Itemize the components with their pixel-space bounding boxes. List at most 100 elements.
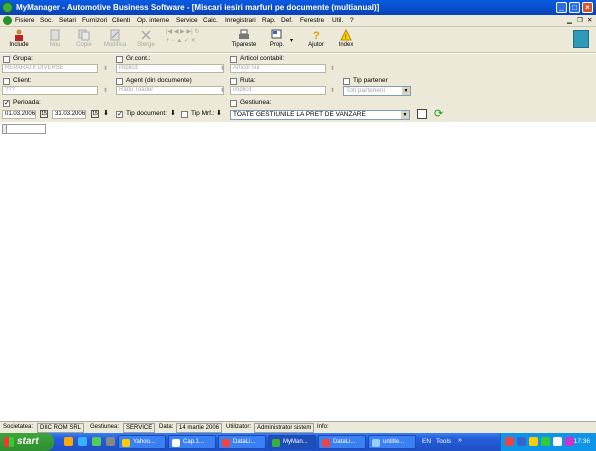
tray-icon-5[interactable] <box>553 437 562 446</box>
tipdoc-checkbox[interactable] <box>116 110 123 118</box>
grcont-checkbox[interactable] <box>116 56 123 63</box>
tipmrf-arrow-icon[interactable]: ⬇ <box>216 109 222 117</box>
modifica-button[interactable]: Modifica <box>100 28 130 48</box>
prop-button[interactable]: Prop. <box>264 28 290 48</box>
menu-util[interactable]: Util. <box>332 17 343 24</box>
minimize-button[interactable]: _ <box>556 2 567 13</box>
first-record-icon[interactable]: |◀ <box>166 29 172 35</box>
grupa-dropdown-icon[interactable]: ⬍ <box>103 65 108 72</box>
task-cap1[interactable]: Cap.1... <box>168 435 216 449</box>
grcont-dropdown-icon[interactable]: ⬍ <box>220 65 225 72</box>
task-mymanager[interactable]: MyMan... <box>268 435 316 449</box>
tools-chevron-icon[interactable]: » <box>458 437 462 444</box>
ajutor-button[interactable]: ? Ajutor <box>306 28 326 48</box>
date-from-field[interactable]: 01.03.2006 <box>2 110 36 119</box>
close-button[interactable]: × <box>582 2 593 13</box>
tray-icon-3[interactable] <box>529 437 538 446</box>
cancel-record-icon[interactable]: ✕ <box>191 38 196 44</box>
maximize-button[interactable]: □ <box>569 2 580 13</box>
tipareste-button[interactable]: Tipareste <box>230 28 258 48</box>
task-untitled[interactable]: untitle... <box>368 435 416 449</box>
gestiunea-select[interactable]: TOATE GESTIUNILE LA PRET DE VANZARE ▼ <box>230 110 410 120</box>
agent-field[interactable]: Radu Toader <box>116 86 224 95</box>
menu-calc[interactable]: Calc. <box>203 17 218 24</box>
ruta-checkbox[interactable] <box>230 78 237 85</box>
clock[interactable]: 17:36 <box>574 438 590 445</box>
agent-checkbox[interactable] <box>116 78 123 85</box>
articol-checkbox[interactable] <box>230 56 237 63</box>
task-datali-2[interactable]: DataLi... <box>318 435 366 449</box>
start-button[interactable]: start <box>0 433 54 451</box>
client-checkbox[interactable] <box>3 78 10 85</box>
app-icon[interactable] <box>2 2 13 13</box>
post-record-icon[interactable]: ✓ <box>184 38 189 44</box>
articol-dropdown-icon[interactable]: ⬍ <box>330 65 335 72</box>
chevron-down-icon[interactable]: ▼ <box>401 111 409 119</box>
client-field[interactable]: ??? <box>2 86 98 95</box>
perioada-checkbox[interactable] <box>3 99 10 107</box>
calendar-to-icon[interactable]: 15 <box>91 110 99 118</box>
tray-icon-1[interactable] <box>505 437 514 446</box>
tipdoc-arrow-icon[interactable]: ⬇ <box>170 109 176 117</box>
task-datali-1[interactable]: DataLi... <box>218 435 266 449</box>
tippartener-checkbox[interactable] <box>343 78 350 85</box>
date-to-field[interactable]: 31.03.2006 <box>52 110 86 119</box>
client-dropdown-icon[interactable]: ⬍ <box>103 87 108 94</box>
calculator-icon[interactable] <box>573 30 589 48</box>
grupa-field[interactable]: REPARATII DIVERSE <box>2 64 98 73</box>
edit-record-icon[interactable]: ▲ <box>176 38 182 44</box>
tray-icon-4[interactable] <box>541 437 550 446</box>
insert-record-icon[interactable]: + <box>166 38 170 44</box>
tipmrf-checkbox[interactable] <box>181 111 188 118</box>
refresh-nav-icon[interactable]: ↻ <box>194 29 199 35</box>
include-button[interactable]: Include <box>6 28 32 48</box>
quicklaunch-icon-1[interactable] <box>64 437 73 446</box>
delete-record-icon[interactable]: − <box>171 38 175 44</box>
menu-help[interactable]: ? <box>350 17 354 24</box>
mdi-min-icon[interactable]: ▁ <box>567 16 572 24</box>
tray-icon-2[interactable] <box>517 437 526 446</box>
language-indicator[interactable]: EN <box>422 438 431 445</box>
menu-clienti[interactable]: Clienti <box>112 17 130 24</box>
app-menu-icon[interactable] <box>3 16 12 25</box>
sterge-button[interactable]: Sterge <box>134 28 158 48</box>
quicklaunch-icon-4[interactable] <box>106 437 115 446</box>
mdi-close-icon[interactable]: ✕ <box>587 16 592 24</box>
tippartener-select[interactable]: Toti partenerii ▼ <box>343 86 411 96</box>
menu-service[interactable]: Service <box>176 17 198 24</box>
mdi-restore-icon[interactable]: ❐ <box>577 16 583 24</box>
grupa-checkbox[interactable] <box>3 56 10 63</box>
calendar-from-icon[interactable]: 15 <box>40 110 48 118</box>
tools-toolbar[interactable]: Tools <box>436 438 451 445</box>
menu-fisiere[interactable]: Fisiere <box>15 17 35 24</box>
menu-inregistrari[interactable]: Inregistrari <box>225 17 256 24</box>
refresh-icon[interactable]: ⟳ <box>434 107 443 120</box>
nou-button[interactable]: Nou <box>44 28 66 48</box>
menu-soc[interactable]: Soc. <box>40 17 53 24</box>
ruta-field[interactable]: implicit <box>230 86 326 95</box>
menu-op-interne[interactable]: Op. interne <box>137 17 169 24</box>
next-record-icon[interactable]: ▶ <box>180 29 185 35</box>
quicklaunch-icon-2[interactable] <box>78 437 87 446</box>
task-yahoo[interactable]: Yahoo... <box>118 435 166 449</box>
menu-furnizori[interactable]: Furnizori <box>82 17 107 24</box>
menu-rap[interactable]: Rap. <box>262 17 276 24</box>
prev-record-icon[interactable]: ◀ <box>174 29 179 35</box>
index-button[interactable]: ! Index <box>336 28 356 48</box>
menu-setari[interactable]: Setari <box>59 17 76 24</box>
period-arrow-icon[interactable]: ⬇ <box>103 109 109 117</box>
prop-dropdown-icon[interactable]: ▾ <box>290 37 293 44</box>
gestiunea-checkbox[interactable] <box>230 100 237 107</box>
last-record-icon[interactable]: ▶| <box>186 29 192 35</box>
data-grid[interactable] <box>2 124 46 134</box>
grid-settings-icon[interactable] <box>417 109 427 119</box>
quicklaunch-icon-3[interactable] <box>92 437 101 446</box>
menu-ferestre[interactable]: Ferestre <box>300 17 324 24</box>
ruta-dropdown-icon[interactable]: ⬍ <box>330 87 335 94</box>
menu-def[interactable]: Def. <box>281 17 293 24</box>
tray-icon-6[interactable] <box>565 437 574 446</box>
agent-dropdown-icon[interactable]: ⬍ <box>220 87 225 94</box>
grcont-field[interactable]: implicit <box>116 64 224 73</box>
copie-button[interactable]: Copie <box>72 28 96 48</box>
articol-field[interactable]: Articol nul <box>230 64 326 73</box>
